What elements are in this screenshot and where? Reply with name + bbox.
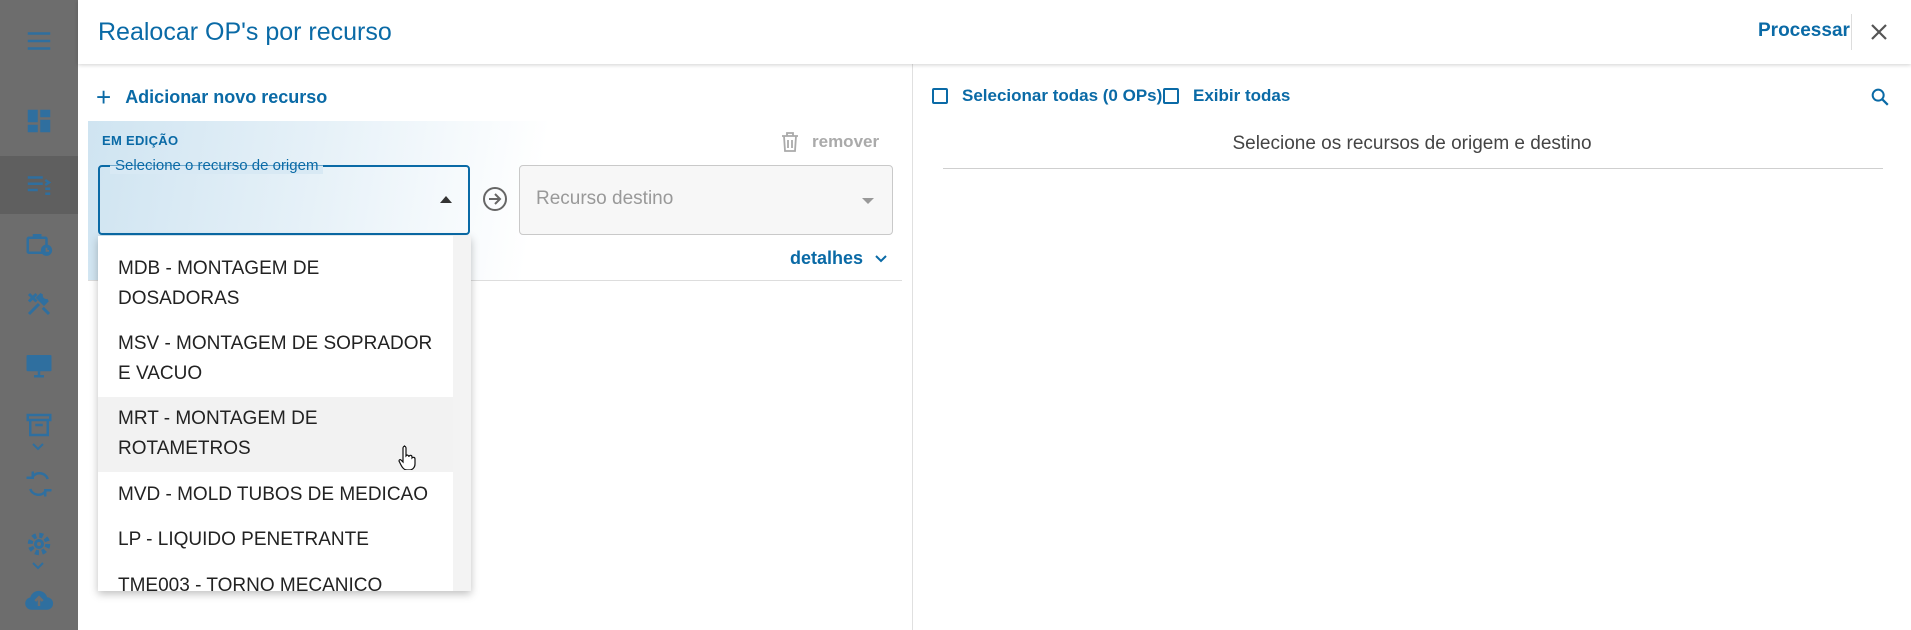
show-all-label: Exibir todas: [1193, 86, 1291, 105]
add-resource-label: Adicionar novo recurso: [125, 86, 328, 107]
divider: [943, 168, 1883, 169]
close-icon[interactable]: [1867, 20, 1891, 44]
dropdown-option[interactable]: MVD - MOLD TUBOS DE MEDICAO: [98, 480, 453, 510]
origin-dropdown-menu: MDB - MONTAGEM DE DOSADORAS MSV - MONTAG…: [98, 236, 471, 591]
sidebar-item-sync[interactable]: [0, 455, 78, 513]
select-all-checkbox[interactable]: Selecionar todas (0 OPs): [932, 86, 1162, 106]
plus-icon: +: [96, 82, 112, 112]
remove-label: remover: [812, 132, 880, 151]
briefcase-clock-icon: [26, 234, 53, 256]
archive-icon: [26, 413, 52, 437]
dropdown-option[interactable]: LP - LIQUIDO PENETRANTE: [98, 525, 453, 555]
remove-button[interactable]: remover: [780, 131, 879, 153]
select-all-label: Selecionar todas (0 OPs): [962, 86, 1163, 105]
details-toggle[interactable]: detalhes: [790, 248, 889, 269]
header-divider: [1851, 14, 1852, 50]
realocate-dialog: Realocar OP's por recurso Processar + Ad…: [78, 0, 1911, 630]
gear-icon: [27, 532, 51, 556]
dialog-header: Realocar OP's por recurso Processar: [78, 0, 1911, 64]
process-button[interactable]: Processar: [1758, 20, 1850, 42]
sidebar-item-dashboard[interactable]: [0, 92, 78, 150]
checkbox-icon: [932, 88, 948, 104]
origin-resource-select[interactable]: Selecione o recurso de origem: [98, 157, 470, 235]
caret-up-icon: [440, 196, 452, 203]
cloud-upload-icon: [25, 590, 54, 610]
details-label: detalhes: [790, 248, 864, 268]
search-icon[interactable]: [1869, 86, 1891, 108]
status-badge: EM EDIÇÃO: [102, 133, 179, 148]
dropdown-option[interactable]: MDB - MONTAGEM DE DOSADORAS: [98, 254, 453, 314]
monitor-icon: [26, 355, 52, 378]
menu-button[interactable]: [0, 12, 78, 70]
hand-cursor-icon: [398, 445, 416, 470]
trash-icon: [782, 132, 798, 152]
dropdown-scrollbar[interactable]: [453, 236, 471, 591]
dropdown-option[interactable]: TME003 - TORNO MECANICO: [98, 571, 453, 591]
sidebar-item-upload[interactable]: [0, 572, 78, 630]
list-icon: [27, 176, 52, 195]
sync-icon: [26, 471, 52, 497]
caret-down-icon: [862, 198, 874, 204]
chevron-down-icon: [875, 254, 887, 262]
panel-divider: [912, 64, 913, 630]
destination-resource-select[interactable]: Recurso destino: [519, 165, 893, 235]
dashboard-icon: [27, 109, 51, 133]
dropdown-option[interactable]: MSV - MONTAGEM DE SOPRADOR E VACUO: [98, 329, 453, 389]
chevron-down-icon: [32, 562, 44, 570]
arrow-right-circle-icon: [483, 187, 507, 211]
show-all-checkbox[interactable]: Exibir todas: [1163, 86, 1290, 106]
chevron-down-icon: [32, 443, 44, 451]
empty-state-message: Selecione os recursos de origem e destin…: [1232, 133, 1592, 154]
destination-placeholder: Recurso destino: [536, 188, 674, 209]
sidebar-item-tools[interactable]: [0, 275, 78, 333]
sidebar-item-monitor[interactable]: [0, 336, 78, 394]
tools-icon: [27, 292, 51, 316]
add-resource-button[interactable]: + Adicionar novo recurso: [96, 84, 327, 110]
page-title: Realocar OP's por recurso: [98, 18, 392, 46]
sidebar-item-jobs[interactable]: [0, 215, 78, 273]
checkbox-icon: [1163, 88, 1179, 104]
sidebar: [0, 0, 78, 630]
origin-field-label: Selecione o recurso de origem: [110, 157, 324, 174]
sidebar-item-list[interactable]: [0, 156, 78, 214]
menu-icon: [27, 32, 51, 50]
